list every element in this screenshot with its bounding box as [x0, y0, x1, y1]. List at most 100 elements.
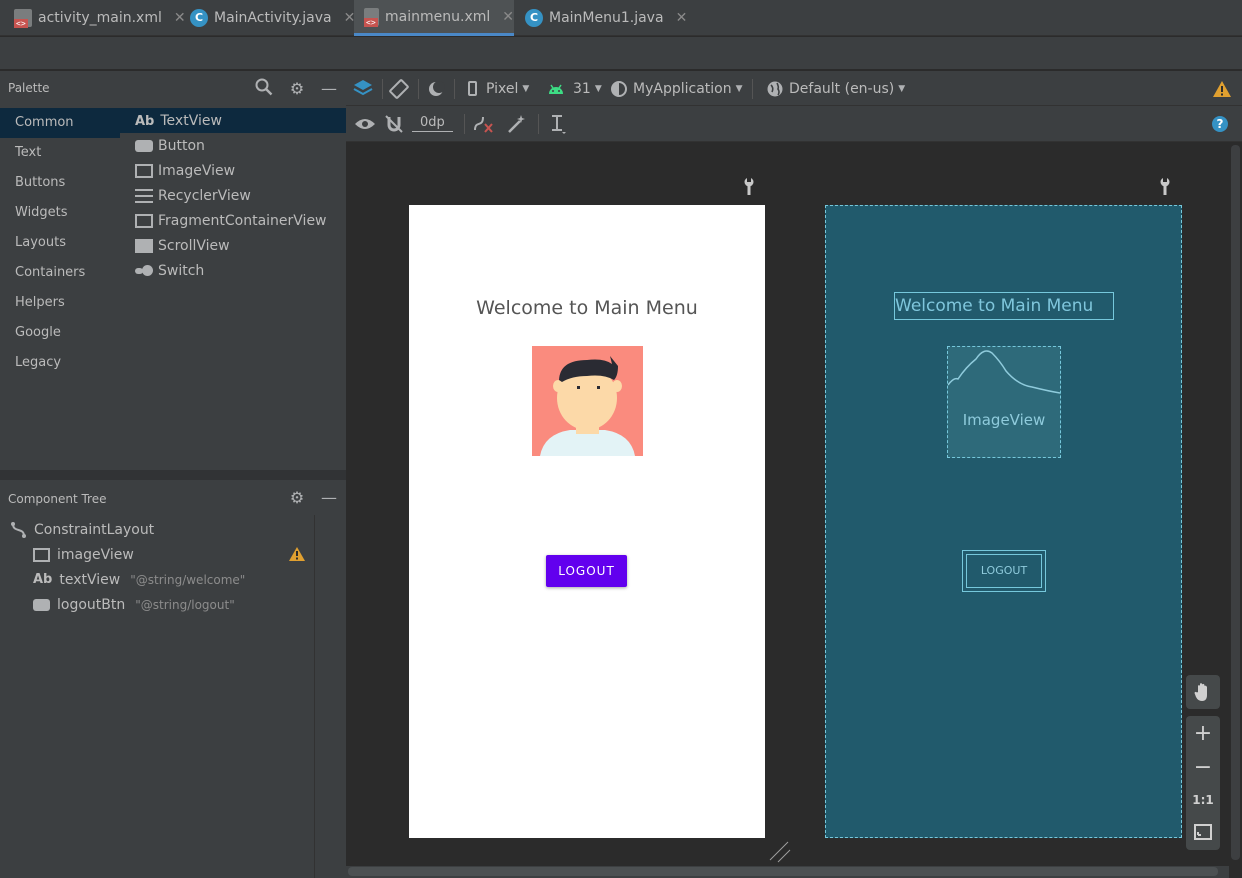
infer-constraints-button[interactable] — [506, 106, 528, 141]
minimize-icon[interactable]: — — [318, 487, 340, 509]
minimize-icon[interactable]: — — [318, 78, 340, 100]
chevron-down-icon: ▼ — [594, 83, 602, 94]
palette-item-switch[interactable]: Switch — [120, 258, 346, 283]
palette-item-button[interactable]: Button — [120, 133, 346, 158]
logout-button[interactable]: LOGOUT — [546, 555, 627, 587]
zoom-in-icon[interactable]: + — [1186, 718, 1220, 750]
category-text[interactable]: Text — [0, 138, 120, 168]
tree-item-logoutbtn[interactable]: logoutBtn "@string/logout" — [33, 592, 235, 617]
welcome-textview[interactable]: Welcome to Main Menu — [409, 297, 765, 319]
locale-label: Default (en-us) — [789, 80, 895, 97]
tree-item-label: ConstraintLayout — [34, 521, 155, 538]
theme-label: MyApplication — [633, 80, 732, 97]
api-level-dropdown[interactable]: 31 ▼ — [547, 71, 602, 106]
wrench-icon[interactable] — [1158, 177, 1172, 195]
palette-item-label: Button — [158, 137, 205, 154]
category-buttons[interactable]: Buttons — [0, 168, 120, 198]
component-tree-header: Component Tree ⚙ — — [0, 480, 346, 515]
warning-icon[interactable] — [288, 546, 306, 562]
tab-label: MainMenu1.java — [549, 10, 664, 26]
tab-mainactivity-java[interactable]: C MainActivity.java ✕ — [190, 0, 355, 36]
palette-item-recyclerview[interactable]: RecyclerView — [120, 183, 346, 208]
gear-icon[interactable]: ⚙ — [286, 78, 308, 100]
magnet-off-icon — [385, 114, 403, 133]
toolbar-separator — [454, 79, 455, 99]
switch-icon — [135, 264, 153, 278]
palette-item-label: RecyclerView — [158, 187, 251, 204]
tree-item-textview[interactable]: Ab textView "@string/welcome" — [33, 567, 245, 592]
design-surface-button[interactable] — [352, 71, 374, 106]
tab-mainmenu-xml[interactable]: mainmenu.xml ✕ — [354, 0, 514, 36]
zoom-out-icon[interactable]: − — [1186, 752, 1220, 784]
blueprint-logout-button[interactable]: LOGOUT — [962, 550, 1046, 592]
zoom-reset-button[interactable]: 1:1 — [1186, 784, 1220, 816]
toolbar-separator — [752, 79, 753, 99]
component-tree-title: Component Tree — [8, 492, 107, 506]
tab-mainmenu1-java[interactable]: C MainMenu1.java ✕ — [525, 0, 687, 36]
image-placeholder-icon — [948, 350, 1060, 394]
palette-item-textview[interactable]: Ab TextView — [120, 108, 346, 133]
category-widgets[interactable]: Widgets — [0, 198, 120, 228]
blueprint-welcome-textview[interactable]: Welcome to Main Menu — [894, 292, 1114, 320]
night-mode-button[interactable] — [426, 71, 446, 106]
tree-item-imageview[interactable]: imageView — [33, 542, 134, 567]
close-icon[interactable]: ✕ — [676, 10, 688, 26]
category-legacy[interactable]: Legacy — [0, 348, 120, 378]
category-layouts[interactable]: Layouts — [0, 228, 120, 258]
palette-item-scrollview[interactable]: ScrollView — [120, 233, 346, 258]
toolbar-separator — [538, 114, 539, 134]
gear-icon[interactable]: ⚙ — [286, 487, 308, 509]
tree-item-constraintlayout[interactable]: ConstraintLayout — [10, 517, 154, 542]
clear-constraints-button[interactable] — [472, 106, 494, 141]
eye-icon — [355, 118, 375, 129]
blueprint-screen[interactable]: Welcome to Main Menu ImageView LOGOUT — [825, 205, 1182, 838]
tab-activity-main-xml[interactable]: activity_main.xml ✕ — [14, 0, 186, 36]
palette-categories: Common Text Buttons Widgets Layouts Cont… — [0, 106, 120, 470]
close-icon[interactable]: ✕ — [174, 10, 186, 26]
palette-item-label: ScrollView — [158, 237, 230, 254]
tab-label: activity_main.xml — [38, 10, 162, 26]
guidelines-dropdown[interactable] — [548, 106, 568, 141]
palette-item-imageview[interactable]: ImageView — [120, 158, 346, 183]
theme-dropdown[interactable]: MyApplication ▼ — [610, 71, 743, 106]
zoom-controls: + − 1:1 — [1186, 716, 1220, 850]
design-preview-screen[interactable]: Welcome to Main Menu LOGOUT — [409, 205, 765, 838]
magic-wand-icon — [508, 114, 525, 133]
category-google[interactable]: Google — [0, 318, 120, 348]
palette-item-label: Switch — [158, 262, 205, 279]
default-margin-dropdown[interactable]: 0dp — [412, 106, 453, 141]
secondary-toolbar — [0, 37, 1242, 70]
close-icon[interactable]: ✕ — [502, 9, 514, 25]
vertical-scrollbar[interactable] — [1231, 145, 1240, 860]
device-dropdown[interactable]: Pixel ▼ — [468, 71, 529, 106]
panel-splitter[interactable] — [0, 470, 346, 480]
tree-item-attribute: "@string/welcome" — [130, 572, 246, 587]
blueprint-imageview[interactable]: ImageView — [947, 346, 1061, 458]
autoconnect-toggle[interactable] — [384, 106, 404, 141]
view-options-button[interactable] — [354, 106, 376, 141]
category-helpers[interactable]: Helpers — [0, 288, 120, 318]
zoom-fit-icon[interactable] — [1186, 816, 1220, 848]
palette-item-fragmentcontainerview[interactable]: FragmentContainerView — [120, 208, 346, 233]
avatar-imageview[interactable] — [532, 346, 643, 456]
toolbar-separator — [382, 79, 383, 99]
help-icon[interactable]: ? — [1212, 116, 1228, 132]
category-common[interactable]: Common — [0, 108, 120, 138]
pan-button[interactable] — [1186, 675, 1220, 709]
image-icon — [135, 163, 153, 178]
wrench-icon[interactable] — [742, 177, 756, 195]
search-icon[interactable] — [253, 78, 275, 100]
button-icon — [135, 139, 153, 152]
theme-icon — [611, 80, 627, 97]
resize-handle[interactable] — [768, 840, 794, 866]
locale-dropdown[interactable]: Default (en-us) ▼ — [766, 71, 905, 106]
image-icon — [33, 547, 50, 562]
list-icon — [135, 188, 153, 203]
orientation-button[interactable] — [388, 71, 410, 106]
tree-item-label: logoutBtn — [57, 596, 126, 613]
category-containers[interactable]: Containers — [0, 258, 120, 288]
warning-icon[interactable] — [1212, 80, 1232, 98]
horizontal-scrollbar[interactable] — [348, 867, 1218, 876]
person-avatar-icon — [532, 346, 643, 456]
api-level-label: 31 — [573, 80, 591, 97]
